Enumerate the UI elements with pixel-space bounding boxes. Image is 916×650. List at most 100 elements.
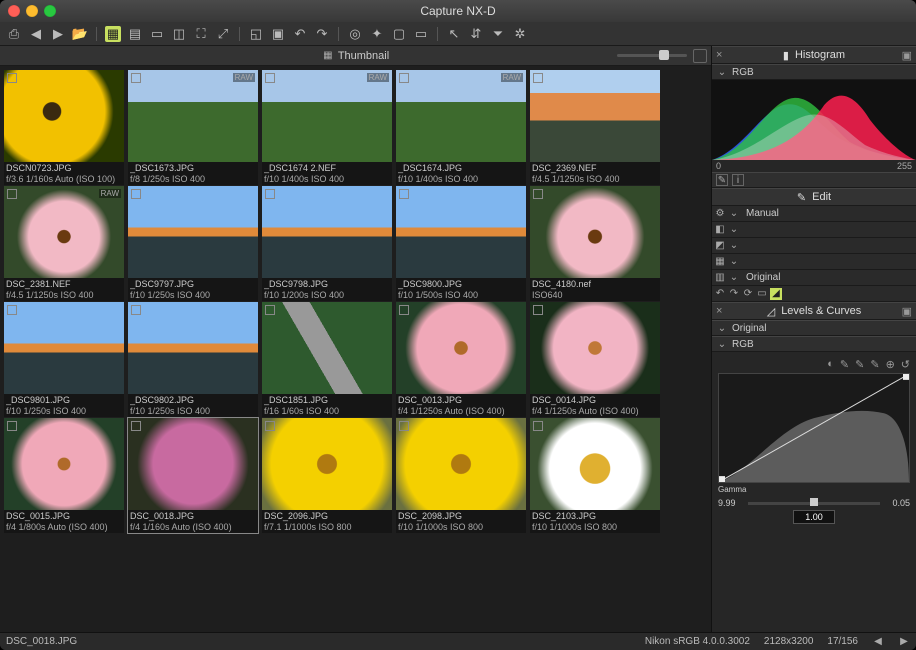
rotate-cw-icon[interactable]: ↷ — [314, 26, 330, 42]
chevron-down-icon: ⌄ — [728, 272, 740, 284]
close-icon[interactable]: × — [716, 305, 722, 317]
edit-panel-header: ✎ Edit — [712, 188, 916, 206]
raw-badge: RAW — [501, 73, 523, 82]
zoom-100-icon[interactable]: ▣ — [270, 26, 286, 42]
thumbnail-image — [262, 302, 392, 394]
separator — [239, 27, 240, 41]
pointer-icon[interactable]: ↖ — [446, 26, 462, 42]
edit-row[interactable]: ▥⌄Original — [712, 270, 916, 286]
thumbnail-cell[interactable]: RAW_DSC1674.JPGf/10 1/400s ISO 400 — [396, 70, 526, 185]
edit-tab-icon[interactable]: ✎ — [716, 174, 728, 186]
cycle-icon[interactable]: ⟳ — [742, 288, 754, 300]
add-anchor-icon[interactable]: ⊕ — [886, 358, 895, 371]
thumbnail-exif: f/10 1/250s ISO 400 — [130, 406, 256, 416]
edit-indicator-icon — [131, 421, 141, 431]
close-icon[interactable]: × — [716, 49, 722, 61]
thumbnail-cell[interactable]: _DSC9798.JPGf/10 1/200s ISO 400 — [262, 186, 392, 301]
filter-icon[interactable]: ⏷ — [490, 26, 506, 42]
thumbnail-cell[interactable]: DSC_2369.NEFf/4.5 1/1250s ISO 400 — [530, 70, 660, 185]
thumbnail-cell[interactable]: _DSC9801.JPGf/10 1/250s ISO 400 — [4, 302, 124, 417]
gamma-slider[interactable] — [748, 502, 880, 505]
thumbnail-cell[interactable]: DSC_2098.JPGf/10 1/1000s ISO 800 — [396, 418, 526, 533]
edit-row[interactable]: ⚙⌄Manual — [712, 206, 916, 222]
crop-icon[interactable]: ▭ — [756, 288, 768, 300]
brush-icon[interactable]: ◢ — [770, 288, 782, 300]
prev-icon[interactable]: ◀ — [872, 636, 884, 648]
forward-icon[interactable]: ▶ — [50, 26, 66, 42]
reset-curve-icon[interactable]: ↺ — [901, 358, 910, 371]
single-view-icon[interactable]: ▭ — [149, 26, 165, 42]
histogram-channel-row[interactable]: ⌄ RGB — [712, 64, 916, 80]
thumbnail-exif: f/4 1/160s Auto (ISO 400) — [130, 522, 256, 532]
thumbnail-cell[interactable]: RAW_DSC1673.JPGf/8 1/250s ISO 400 — [128, 70, 258, 185]
thumbnail-cell[interactable]: DSC_0018.JPGf/4 1/160s Auto (ISO 400) — [128, 418, 258, 533]
metadata-tab-icon[interactable]: i — [732, 174, 744, 186]
thumbnail-cell[interactable]: RAWDSC_2381.NEFf/4.5 1/1250s ISO 400 — [4, 186, 124, 301]
levels-channel-row[interactable]: ⌄ RGB — [712, 336, 916, 352]
edit-row[interactable]: ◧⌄ — [712, 222, 916, 238]
thumbnail-cell[interactable]: DSC_0015.JPGf/4 1/800s Auto (ISO 400) — [4, 418, 124, 533]
thumbnail-exif: f/10 1/250s ISO 400 — [6, 406, 122, 416]
rotate-ccw-icon[interactable]: ↶ — [292, 26, 308, 42]
back-icon[interactable]: ◀ — [28, 26, 44, 42]
thumbnail-cell[interactable]: DSCN0723.JPGf/3.6 1/160s Auto (ISO 100) — [4, 70, 124, 185]
thumbnail-cell[interactable]: _DSC9802.JPGf/10 1/250s ISO 400 — [128, 302, 258, 417]
curves-tools: ◐ ✎ ✎ ✎ ⊕ ↺ — [718, 358, 910, 371]
thumbnail-cell[interactable]: _DSC1851.JPGf/16 1/60s ISO 400 — [262, 302, 392, 417]
print-icon[interactable]: ⎙ — [6, 26, 22, 42]
sort-icon[interactable]: ⇵ — [468, 26, 484, 42]
thumbnail-filename: DSC_2096.JPG — [264, 511, 390, 521]
compare-icon[interactable]: ◫ — [171, 26, 187, 42]
gallery-pop-button[interactable] — [693, 49, 707, 63]
thumbnail-image — [262, 186, 392, 278]
levels-preset-row[interactable]: ⌄ Original — [712, 320, 916, 336]
grid-view-icon[interactable]: ▦ — [105, 26, 121, 42]
preview-icon[interactable]: ▭ — [413, 26, 429, 42]
fullscreen-icon[interactable]: ⤢ — [215, 26, 231, 42]
edit-indicator-icon — [265, 189, 275, 199]
curve-plot[interactable] — [718, 373, 910, 483]
thumbnail-cell[interactable]: _DSC9800.JPGf/10 1/500s ISO 400 — [396, 186, 526, 301]
thumbnail-meta: DSC_2096.JPGf/7.1 1/1000s ISO 800 — [262, 510, 392, 533]
thumbnail-cell[interactable]: DSC_4180.nefISO640 — [530, 186, 660, 301]
rating-icon[interactable]: ✦ — [369, 26, 385, 42]
edit-tool-strip: ↶ ↷ ⟳ ▭ ◢ — [712, 286, 916, 302]
filmstrip-icon[interactable]: ▤ — [127, 26, 143, 42]
zoom-fit-icon[interactable]: ◱ — [248, 26, 264, 42]
popout-icon[interactable]: ▣ — [902, 49, 912, 62]
edit-row[interactable]: ▦⌄ — [712, 254, 916, 270]
redo-icon[interactable]: ↷ — [728, 288, 740, 300]
edit-rows: ⚙⌄Manual◧⌄◩⌄▦⌄▥⌄Original — [712, 206, 916, 286]
gamma-row: 9.99 0.05 — [718, 498, 910, 508]
whitepoint-picker-icon[interactable]: ✎ — [870, 358, 879, 371]
histogram-plot — [712, 80, 916, 160]
thumbnail-cell[interactable]: DSC_2103.JPGf/10 1/1000s ISO 800 — [530, 418, 660, 533]
thumbnail-meta: DSC_0014.JPGf/4 1/1250s Auto (ISO 400) — [530, 394, 660, 417]
popout-icon[interactable]: ▣ — [902, 305, 912, 318]
fitscreen-icon[interactable]: ⛶ — [193, 26, 209, 42]
gamma-value-input[interactable]: 1.00 — [793, 510, 835, 524]
settings-icon[interactable]: ✲ — [512, 26, 528, 42]
thumbnail-cell[interactable]: DSC_0014.JPGf/4 1/1250s Auto (ISO 400) — [530, 302, 660, 417]
thumbnail-cell[interactable]: DSC_2096.JPGf/7.1 1/1000s ISO 800 — [262, 418, 392, 533]
contrast-icon[interactable]: ◐ — [827, 358, 834, 371]
thumbnail-filename: _DSC1673.JPG — [130, 163, 256, 173]
thumbnail-cell[interactable]: DSC_0013.JPGf/4 1/1250s Auto (ISO 400) — [396, 302, 526, 417]
next-icon[interactable]: ▶ — [898, 636, 910, 648]
edit-row[interactable]: ◩⌄ — [712, 238, 916, 254]
graypoint-picker-icon[interactable]: ✎ — [855, 358, 864, 371]
thumbnail-cell[interactable]: _DSC9797.JPGf/10 1/250s ISO 400 — [128, 186, 258, 301]
statusbar: DSC_0018.JPG Nikon sRGB 4.0.0.3002 2128x… — [0, 632, 916, 650]
thumbnail-cell[interactable]: RAW_DSC1674 2.NEFf/10 1/400s ISO 400 — [262, 70, 392, 185]
thumb-size-slider[interactable] — [617, 54, 687, 57]
thumbnail-exif: f/10 1/250s ISO 400 — [130, 290, 256, 300]
label-icon[interactable]: ◎ — [347, 26, 363, 42]
thumbnail-image — [396, 418, 526, 510]
undo-icon[interactable]: ↶ — [714, 288, 726, 300]
gamma-min: 9.99 — [718, 498, 742, 508]
map-icon[interactable]: ▢ — [391, 26, 407, 42]
histogram-axis: 0 255 — [712, 160, 916, 172]
open-icon[interactable]: 📂 — [72, 26, 88, 42]
thumbnail-filename: _DSC9797.JPG — [130, 279, 256, 289]
blackpoint-picker-icon[interactable]: ✎ — [840, 358, 849, 371]
